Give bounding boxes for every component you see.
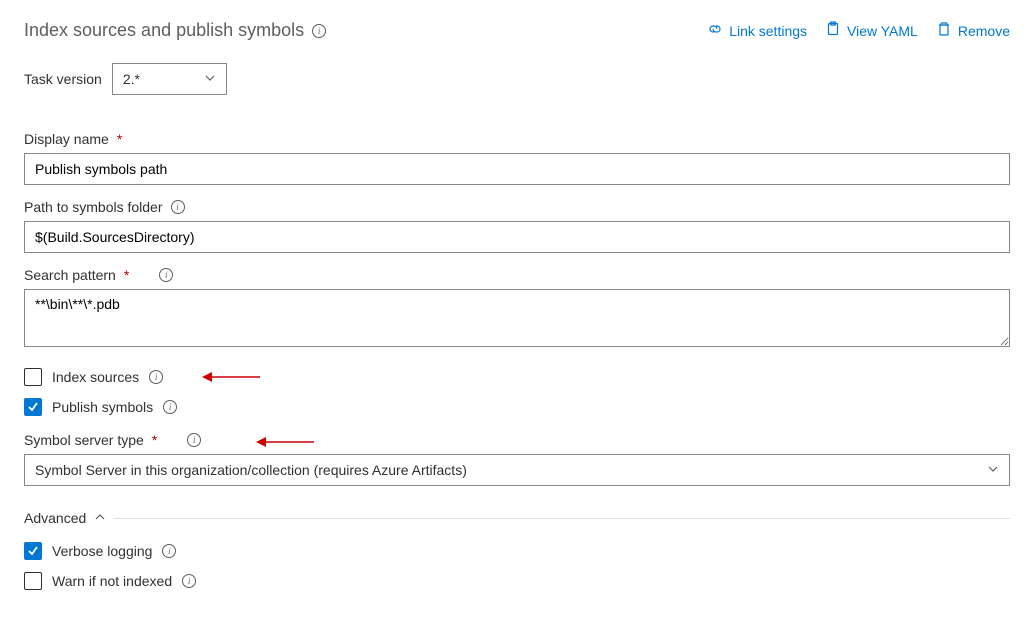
view-yaml-label: View YAML [847, 23, 918, 39]
clipboard-icon [825, 21, 841, 40]
remove-button[interactable]: Remove [936, 21, 1010, 40]
info-icon[interactable]: i [163, 400, 177, 414]
index-sources-label: Index sources [52, 369, 139, 385]
symbol-server-type-select[interactable]: Symbol Server in this organization/colle… [24, 454, 1010, 486]
symbol-server-type-field: Symbol server type * i Symbol Server in … [24, 432, 1010, 486]
info-icon[interactable]: i [149, 370, 163, 384]
warn-if-not-indexed-row: Warn if not indexed i [24, 572, 1010, 590]
symbols-folder-field: Path to symbols folder i [24, 199, 1010, 253]
info-icon[interactable]: i [159, 268, 173, 282]
link-icon [707, 21, 723, 40]
publish-symbols-label: Publish symbols [52, 399, 153, 415]
info-icon[interactable]: i [187, 433, 201, 447]
warn-if-not-indexed-label: Warn if not indexed [52, 573, 172, 589]
page-title-text: Index sources and publish symbols [24, 20, 304, 41]
warn-if-not-indexed-checkbox[interactable] [24, 572, 42, 590]
symbol-server-type-label: Symbol server type [24, 432, 144, 448]
display-name-label: Display name [24, 131, 109, 147]
task-version-row: Task version 2.* [24, 63, 1010, 95]
trash-icon [936, 21, 952, 40]
search-pattern-field: Search pattern * i [24, 267, 1010, 350]
symbols-folder-input[interactable] [24, 221, 1010, 253]
info-icon[interactable]: i [312, 24, 326, 38]
page-title: Index sources and publish symbols i [24, 20, 326, 41]
link-settings-label: Link settings [729, 23, 807, 39]
search-pattern-input[interactable] [24, 289, 1010, 347]
info-icon[interactable]: i [171, 200, 185, 214]
header-actions: Link settings View YAML Remove [707, 21, 1010, 40]
symbols-folder-label: Path to symbols folder [24, 199, 163, 215]
chevron-up-icon [94, 510, 106, 526]
task-version-select[interactable]: 2.* [112, 63, 227, 95]
task-version-value: 2.* [123, 71, 140, 87]
info-icon[interactable]: i [182, 574, 196, 588]
divider [114, 518, 1010, 519]
view-yaml-button[interactable]: View YAML [825, 21, 918, 40]
required-marker: * [124, 267, 129, 283]
index-sources-checkbox[interactable] [24, 368, 42, 386]
publish-symbols-row: Publish symbols i [24, 398, 1010, 416]
advanced-section-header[interactable]: Advanced [24, 510, 1010, 526]
info-icon[interactable]: i [162, 544, 176, 558]
verbose-logging-row: Verbose logging i [24, 542, 1010, 560]
display-name-input[interactable] [24, 153, 1010, 185]
required-marker: * [117, 131, 122, 147]
required-marker: * [152, 432, 157, 448]
remove-label: Remove [958, 23, 1010, 39]
task-version-label: Task version [24, 71, 102, 87]
search-pattern-label: Search pattern [24, 267, 116, 283]
verbose-logging-checkbox[interactable] [24, 542, 42, 560]
publish-symbols-checkbox[interactable] [24, 398, 42, 416]
link-settings-button[interactable]: Link settings [707, 21, 807, 40]
index-sources-row: Index sources i [24, 368, 1010, 386]
chevron-down-icon [204, 71, 216, 87]
verbose-logging-label: Verbose logging [52, 543, 152, 559]
symbol-server-type-value: Symbol Server in this organization/colle… [35, 462, 467, 478]
display-name-field: Display name * [24, 131, 1010, 185]
chevron-down-icon [987, 462, 999, 478]
advanced-label: Advanced [24, 510, 86, 526]
